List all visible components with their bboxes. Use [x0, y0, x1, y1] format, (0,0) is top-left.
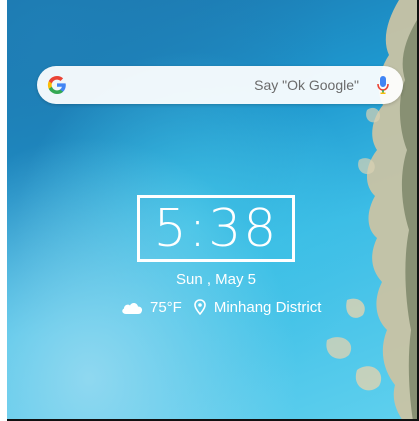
weather-widget[interactable]: 75°F Minhang District [120, 297, 321, 317]
clock-date[interactable]: Sun , May 5 [137, 271, 295, 288]
google-g-icon [47, 76, 66, 94]
weather-location: Minhang District [213, 298, 322, 316]
home-screen-wallpaper: Say "Ok Google" 5:38 Sun , May 5 75°F Mi… [7, 0, 417, 421]
search-hint-text: Say "Ok Google" [254, 77, 359, 93]
weather-temperature: 75°F [150, 298, 182, 316]
clock-time: 5:38 [153, 198, 279, 259]
google-search-bar[interactable]: Say "Ok Google" [37, 66, 403, 104]
partly-cloudy-icon [122, 302, 143, 314]
clock-widget[interactable]: 5:38 [137, 195, 295, 262]
microphone-icon[interactable] [376, 75, 390, 95]
location-pin-icon [194, 299, 206, 315]
screen-left-border [0, 0, 7, 421]
coastline-wallpaper-detail [326, 0, 417, 421]
